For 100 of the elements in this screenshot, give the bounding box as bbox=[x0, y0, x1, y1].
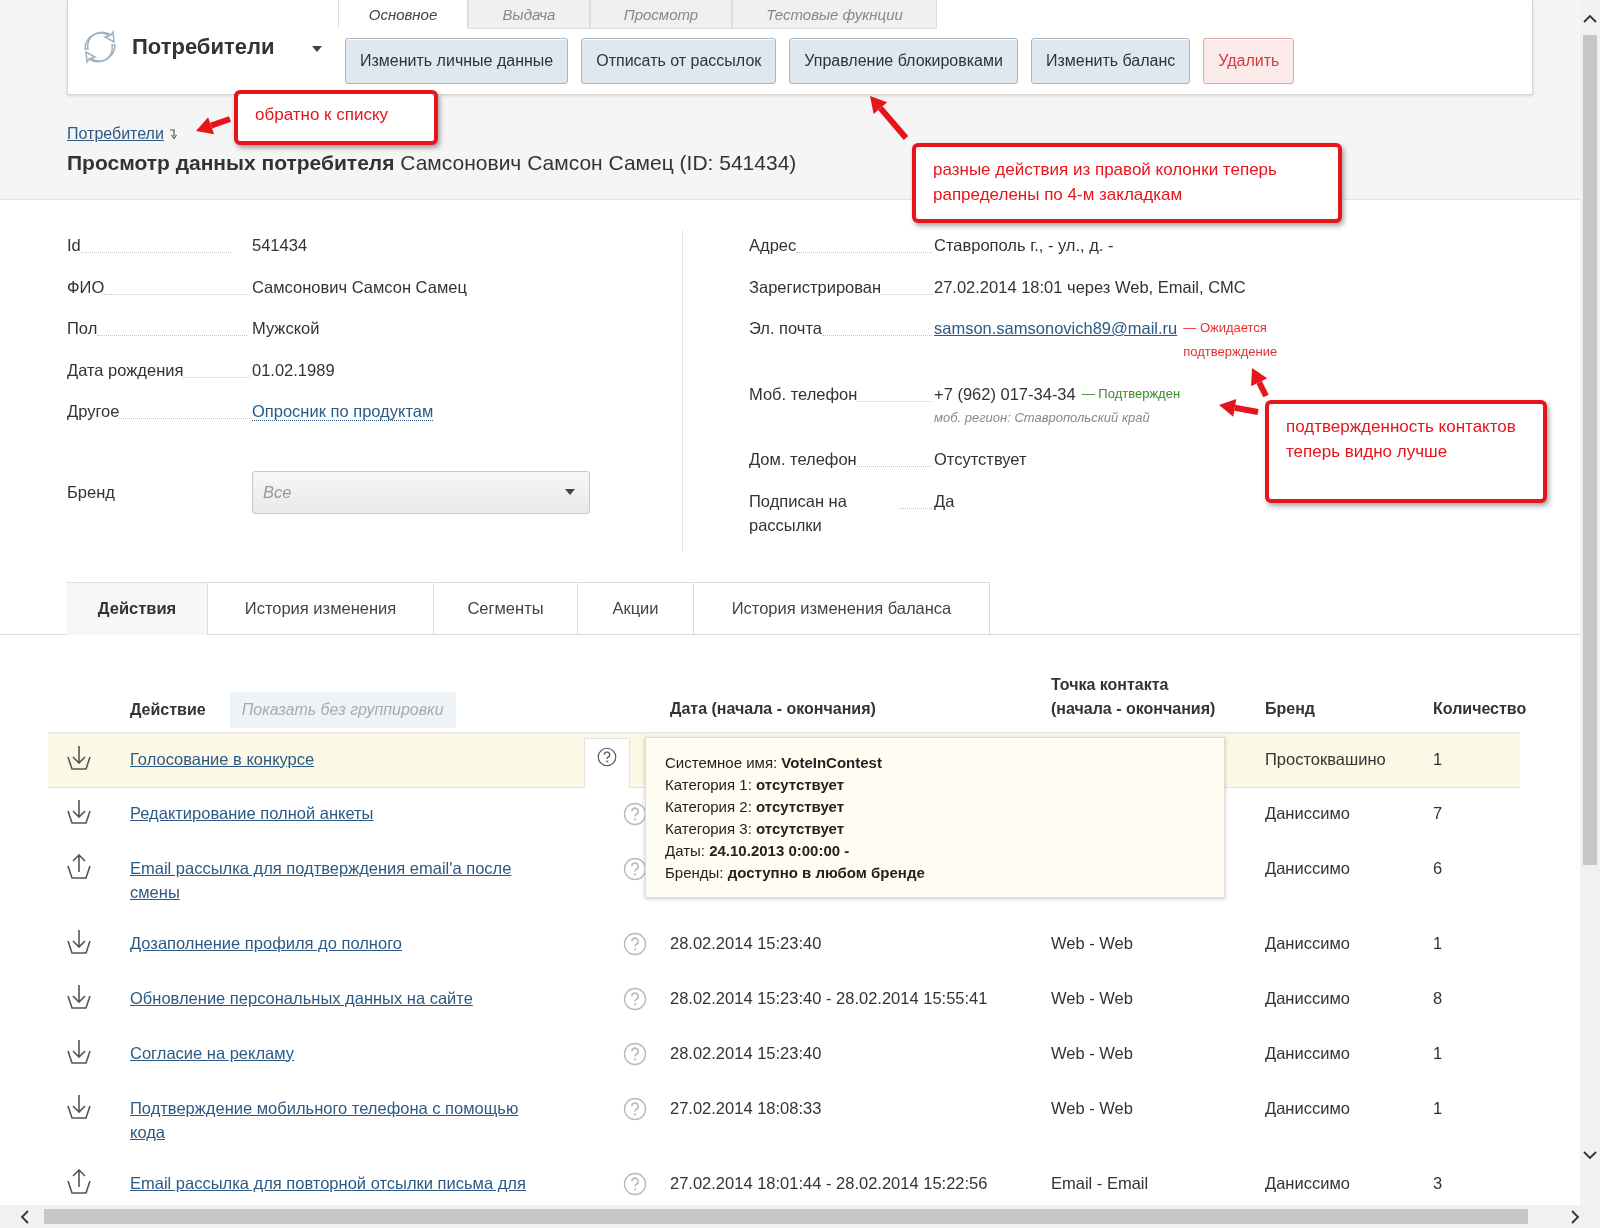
column-header: Действие bbox=[130, 699, 206, 720]
action-button[interactable]: Управление блокировками bbox=[789, 38, 1018, 84]
tab[interactable]: Основное bbox=[338, 0, 468, 29]
help-icon bbox=[623, 1171, 647, 1196]
table-cell: Простоквашино bbox=[1265, 749, 1386, 768]
table-cell: Web - Web bbox=[1051, 1098, 1133, 1117]
tab[interactable]: История изменения bbox=[208, 581, 434, 634]
table-cell: Email - Email bbox=[1051, 1173, 1149, 1192]
breadcrumb-link[interactable]: Потребители bbox=[67, 125, 164, 143]
field-label: Зарегистрирован bbox=[749, 276, 882, 298]
field-value: 27.02.2014 18:01 через Web, Email, СМС bbox=[934, 277, 1246, 296]
action-button[interactable]: Отписать от рассылок bbox=[581, 38, 777, 84]
field-value: 01.02.1989 bbox=[252, 360, 335, 379]
table-cell: 28.02.2014 15:23:40 bbox=[670, 933, 822, 952]
field-label: Адрес bbox=[749, 235, 797, 256]
table-cell: 28.02.2014 15:23:40 - 28.02.2014 15:55:41 bbox=[670, 988, 988, 1007]
help-icon bbox=[623, 1041, 647, 1066]
action-link[interactable]: Email рассылка для повторной отсылки письма для bbox=[130, 1170, 526, 1195]
table-cell: Даниссимо bbox=[1265, 803, 1350, 822]
action-link[interactable]: Дозаполнение профиля до полного bbox=[130, 930, 402, 955]
callout-note: обратно к списку bbox=[234, 90, 438, 145]
help-icon bbox=[623, 856, 647, 881]
table-cell: Web - Web bbox=[1051, 1043, 1133, 1062]
field-value: 541434 bbox=[252, 236, 308, 254]
action-link[interactable]: Обновление персональных данных на сайте bbox=[130, 985, 473, 1010]
callout-note: разные действия из правой колонки теперь рапределены по 4-м закладкам bbox=[912, 143, 1342, 223]
column-header: Дата (начала - окончания) bbox=[670, 699, 876, 717]
delete-button[interactable]: Удалить bbox=[1203, 38, 1295, 84]
table-cell: Даниссимо bbox=[1265, 988, 1350, 1007]
arrow-up-tray-icon bbox=[66, 853, 92, 880]
arrow-down-tray-icon bbox=[66, 798, 92, 825]
field-value: Самсонович Самсон Самец bbox=[252, 277, 467, 296]
tab[interactable]: История изменения баланса bbox=[694, 581, 990, 634]
scroll-up-icon bbox=[1583, 14, 1597, 23]
tooltip-line: Категория 1: отсутствует bbox=[665, 774, 846, 795]
field-label: Id bbox=[67, 235, 81, 256]
scroll-down-icon[interactable] bbox=[1583, 1151, 1597, 1160]
field-label: Эл. почта bbox=[749, 318, 822, 340]
column-header: Точка контакта (начала - окончания) bbox=[1051, 675, 1216, 717]
field-value: Мужской bbox=[252, 319, 320, 338]
tab[interactable]: Сегменты bbox=[434, 581, 578, 634]
email-link[interactable]: samson.samsonovich89@mail.ru bbox=[934, 319, 1178, 338]
field-value: Ставрополь г., - ул., д. - bbox=[934, 236, 1114, 254]
callout-note: подтвержденность контактов теперь видно лучше bbox=[1265, 400, 1547, 503]
action-link[interactable]: Подтверждение мобильного телефона с помощью кода bbox=[130, 1095, 550, 1144]
table-cell: Web - Web bbox=[1051, 988, 1133, 1007]
callout-arrow bbox=[196, 116, 231, 135]
caret-icon bbox=[312, 46, 323, 52]
arrow-down-tray-icon bbox=[66, 983, 92, 1010]
table-cell: 8 bbox=[1433, 988, 1443, 1007]
callout-arrow bbox=[870, 96, 909, 140]
action-link[interactable]: Редактирование полной анкеты bbox=[130, 800, 374, 825]
arrow-down-tray-icon bbox=[66, 1038, 92, 1065]
arrow-up-tray-icon bbox=[66, 1168, 92, 1195]
tooltip-line: Системное имя: VoteInContest bbox=[665, 752, 883, 773]
field-label: Дом. телефон bbox=[749, 449, 857, 471]
table-cell: Даниссимо bbox=[1265, 1098, 1350, 1117]
return-arrow-icon bbox=[167, 129, 177, 139]
table-cell: 28.02.2014 15:23:40 bbox=[670, 1043, 822, 1062]
tab[interactable]: Акции bbox=[578, 581, 694, 634]
action-link[interactable]: Email рассылка для подтверждения email'a после смены bbox=[130, 855, 550, 904]
column-header: Бренд bbox=[1265, 699, 1315, 717]
arrow-down-tray-icon bbox=[66, 1093, 92, 1120]
field-label: Другое bbox=[67, 401, 120, 423]
field-label: Подписан на рассылки bbox=[749, 490, 848, 536]
tooltip-line: Категория 2: отсутствует bbox=[665, 796, 846, 817]
field-label: Моб. телефон bbox=[749, 383, 858, 405]
page-title: Просмотр данных потребителя Самсонович Самсон Самец (ID: 541434) bbox=[67, 151, 797, 175]
table-cell: 1 bbox=[1433, 933, 1443, 952]
tooltip-line: Категория 3: отсутствует bbox=[665, 818, 846, 839]
verification-status: — Подтвержден bbox=[1081, 384, 1181, 403]
action-button[interactable]: Изменить баланс bbox=[1030, 38, 1191, 84]
scrollbar-thumb[interactable] bbox=[44, 1209, 1528, 1224]
table-cell: Даниссимо bbox=[1265, 1173, 1350, 1192]
help-icon bbox=[623, 801, 647, 826]
tab[interactable]: Действия bbox=[67, 581, 208, 635]
help-icon bbox=[623, 986, 647, 1011]
action-link[interactable]: Голосование в конкурсе bbox=[130, 746, 315, 771]
tooltip-line: Даты: 24.10.2013 0:00:00 - bbox=[665, 840, 851, 861]
scroll-left-icon[interactable] bbox=[20, 1209, 29, 1224]
arrow-down-tray-icon bbox=[66, 928, 92, 955]
field-label: ФИО bbox=[67, 276, 105, 298]
table-cell: 3 bbox=[1433, 1173, 1443, 1192]
table-cell: 1 bbox=[1433, 749, 1443, 768]
action-link[interactable]: Согласие на рекламу bbox=[130, 1040, 294, 1065]
table-cell: 1 bbox=[1433, 1098, 1443, 1117]
table-cell: Web - Web bbox=[1051, 933, 1133, 952]
section-title: Потребители bbox=[132, 34, 275, 60]
scroll-right-icon[interactable] bbox=[1571, 1209, 1580, 1224]
table-cell: 7 bbox=[1433, 803, 1443, 822]
field-note: моб. регион: Ставропольский край bbox=[934, 408, 1150, 427]
table-cell: 27.02.2014 18:01:44 - 28.02.2014 15:22:56 bbox=[670, 1173, 988, 1192]
table-cell: 1 bbox=[1433, 1043, 1443, 1062]
help-icon bbox=[623, 931, 647, 956]
field-value: +7 (962) 017-34-34 bbox=[934, 384, 1076, 403]
field-link[interactable]: Опросник по продуктам bbox=[252, 402, 434, 422]
table-cell: Даниссимо bbox=[1265, 858, 1350, 877]
action-button[interactable]: Изменить личные данные bbox=[345, 38, 569, 84]
table-cell: Даниссимо bbox=[1265, 933, 1350, 952]
scrollbar-thumb[interactable] bbox=[1583, 35, 1597, 865]
